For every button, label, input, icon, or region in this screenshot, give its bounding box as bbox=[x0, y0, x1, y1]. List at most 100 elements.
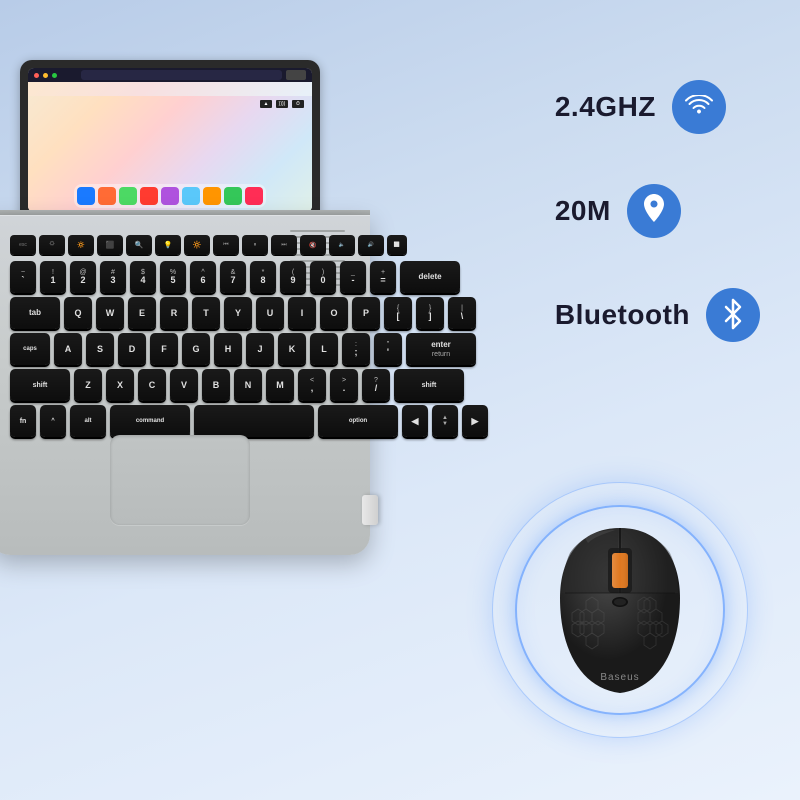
key-f9[interactable]: ⏭ bbox=[271, 235, 297, 255]
key-equal[interactable]: += bbox=[370, 261, 396, 293]
dock-icon bbox=[203, 187, 221, 205]
key-f6[interactable]: 🔆 bbox=[184, 235, 210, 255]
key-h[interactable]: H bbox=[214, 333, 242, 365]
key-1[interactable]: !1 bbox=[40, 261, 66, 293]
key-space[interactable] bbox=[194, 405, 314, 437]
key-o[interactable]: O bbox=[320, 297, 348, 329]
key-z[interactable]: Z bbox=[74, 369, 102, 401]
key-comma[interactable]: <, bbox=[298, 369, 326, 401]
key-f7[interactable]: ⏮ bbox=[213, 235, 239, 255]
key-2[interactable]: @2 bbox=[70, 261, 96, 293]
feature-24ghz-label: 2.4GHZ bbox=[555, 91, 656, 123]
key-9[interactable]: (9 bbox=[280, 261, 306, 293]
address-bar bbox=[81, 70, 282, 80]
key-minus[interactable]: _- bbox=[340, 261, 366, 293]
key-g[interactable]: G bbox=[182, 333, 210, 365]
key-e[interactable]: E bbox=[128, 297, 156, 329]
dock-icon bbox=[245, 187, 263, 205]
key-shift-right[interactable]: shift bbox=[394, 369, 464, 401]
key-s[interactable]: S bbox=[86, 333, 114, 365]
screen-min-dot bbox=[43, 73, 48, 78]
laptop-body: ▲ )))) ⏱ bbox=[0, 60, 370, 640]
wifi-icon bbox=[684, 95, 714, 119]
trackpad[interactable] bbox=[110, 435, 250, 525]
key-j[interactable]: J bbox=[246, 333, 274, 365]
key-shift-left[interactable]: shift bbox=[10, 369, 70, 401]
key-n[interactable]: N bbox=[234, 369, 262, 401]
key-fn[interactable]: fn bbox=[10, 405, 36, 437]
key-delete[interactable]: delete bbox=[400, 261, 460, 293]
dock-icon bbox=[77, 187, 95, 205]
key-backslash[interactable]: |\ bbox=[448, 297, 476, 329]
key-w[interactable]: W bbox=[96, 297, 124, 329]
key-slash[interactable]: ?/ bbox=[362, 369, 390, 401]
key-5[interactable]: %5 bbox=[160, 261, 186, 293]
dock-icon bbox=[119, 187, 137, 205]
key-k[interactable]: K bbox=[278, 333, 306, 365]
dock-icon bbox=[98, 187, 116, 205]
key-bracket-right[interactable]: }] bbox=[416, 297, 444, 329]
key-touchid[interactable]: ⬜ bbox=[387, 235, 407, 255]
key-u[interactable]: U bbox=[256, 297, 284, 329]
key-tab[interactable]: tab bbox=[10, 297, 60, 329]
bluetooth-icon bbox=[722, 298, 744, 332]
key-0[interactable]: )0 bbox=[310, 261, 336, 293]
key-bracket-left[interactable]: {[ bbox=[384, 297, 412, 329]
key-d[interactable]: D bbox=[118, 333, 146, 365]
key-f10[interactable]: 🔇 bbox=[300, 235, 326, 255]
key-i[interactable]: I bbox=[288, 297, 316, 329]
mouse-section: Baseus bbox=[490, 480, 750, 740]
keyboard-base: esc 🌣 🔅 ⬛ 🔍 💡 🔆 ⏮ ⏸ ⏭ 🔇 🔈 🔊 ⬜ bbox=[0, 215, 370, 555]
key-t[interactable]: T bbox=[192, 297, 220, 329]
key-f5[interactable]: 💡 bbox=[155, 235, 181, 255]
dock-icon bbox=[182, 187, 200, 205]
key-f1[interactable]: 🌣 bbox=[39, 235, 65, 255]
key-y[interactable]: Y bbox=[224, 297, 252, 329]
key-c[interactable]: C bbox=[138, 369, 166, 401]
key-6[interactable]: ^6 bbox=[190, 261, 216, 293]
key-3[interactable]: #3 bbox=[100, 261, 126, 293]
key-f12[interactable]: 🔊 bbox=[358, 235, 384, 255]
key-row-asdf: caps A S D F G H J K L :; "' enter retur… bbox=[10, 333, 350, 365]
key-f4[interactable]: 🔍 bbox=[126, 235, 152, 255]
key-8[interactable]: *8 bbox=[250, 261, 276, 293]
key-command[interactable]: command bbox=[110, 405, 190, 437]
screen-max-dot bbox=[52, 73, 57, 78]
key-period[interactable]: >. bbox=[330, 369, 358, 401]
key-arrow-left[interactable]: ◀ bbox=[402, 405, 428, 437]
key-capslock[interactable]: caps bbox=[10, 333, 50, 365]
key-4[interactable]: $4 bbox=[130, 261, 156, 293]
vent-line bbox=[290, 230, 345, 232]
key-escape[interactable]: esc bbox=[10, 235, 36, 255]
key-p[interactable]: P bbox=[352, 297, 380, 329]
key-f[interactable]: F bbox=[150, 333, 178, 365]
key-7[interactable]: &7 bbox=[220, 261, 246, 293]
key-f8[interactable]: ⏸ bbox=[242, 235, 268, 255]
key-q[interactable]: Q bbox=[64, 297, 92, 329]
key-tilde[interactable]: ~` bbox=[10, 261, 36, 293]
screen-top-bar bbox=[28, 68, 312, 82]
mic-icon bbox=[286, 70, 306, 80]
feature-bluetooth: Bluetooth bbox=[555, 288, 760, 342]
key-l[interactable]: L bbox=[310, 333, 338, 365]
key-m[interactable]: M bbox=[266, 369, 294, 401]
key-f2[interactable]: 🔅 bbox=[68, 235, 94, 255]
key-x[interactable]: X bbox=[106, 369, 134, 401]
key-b[interactable]: B bbox=[202, 369, 230, 401]
key-row-qwerty: tab Q W E R T Y U I O P {[ }] |\ bbox=[10, 297, 350, 329]
features-panel: 2.4GHZ 20M Bluetooth bbox=[555, 80, 760, 342]
key-semicolon[interactable]: :; bbox=[342, 333, 370, 365]
key-enter[interactable]: enter return bbox=[406, 333, 476, 365]
key-f11[interactable]: 🔈 bbox=[329, 235, 355, 255]
key-v[interactable]: V bbox=[170, 369, 198, 401]
key-option[interactable]: option bbox=[318, 405, 398, 437]
key-r[interactable]: R bbox=[160, 297, 188, 329]
key-a[interactable]: A bbox=[54, 333, 82, 365]
key-f3[interactable]: ⬛ bbox=[97, 235, 123, 255]
key-arrow-right[interactable]: ▶ bbox=[462, 405, 488, 437]
key-alt-left[interactable]: alt bbox=[70, 405, 106, 437]
key-arrow-up-down[interactable]: ▲ ▼ bbox=[432, 405, 458, 437]
key-quote[interactable]: "' bbox=[374, 333, 402, 365]
key-control[interactable]: ^ bbox=[40, 405, 66, 437]
key-row-numbers: ~` !1 @2 #3 $4 %5 ^6 &7 *8 (9 )0 _- += d… bbox=[10, 261, 350, 293]
